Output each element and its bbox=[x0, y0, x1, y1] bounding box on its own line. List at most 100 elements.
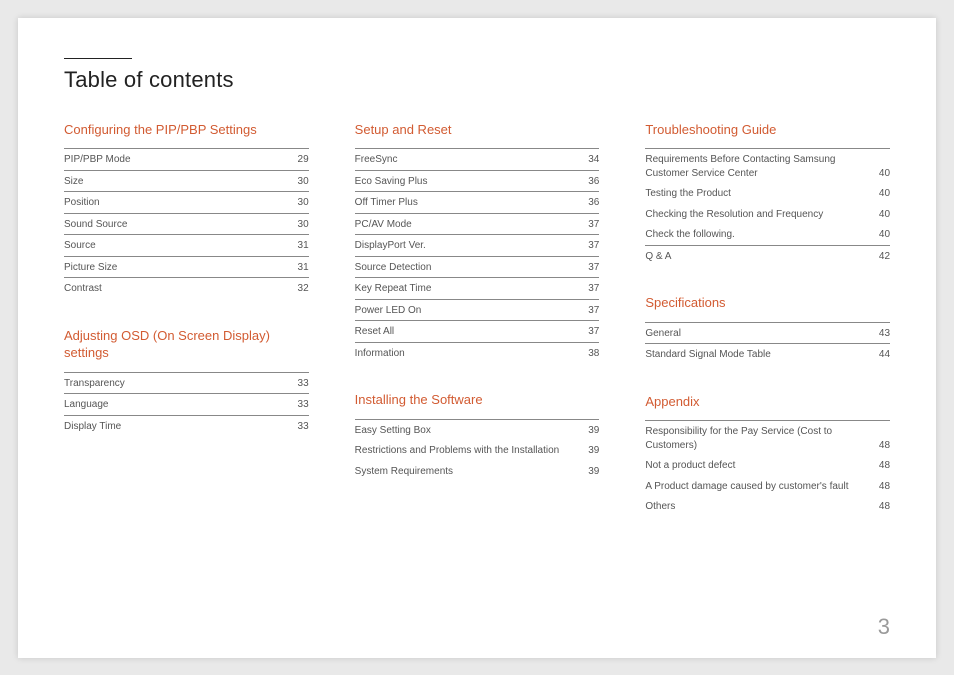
toc-entry-page: 36 bbox=[582, 175, 599, 189]
toc-entry-label: Sound Source bbox=[64, 218, 137, 232]
toc-section: Configuring the PIP/PBP Settings PIP/PBP … bbox=[64, 121, 309, 299]
toc-entry-label: Checking the Resolution and Frequency bbox=[645, 208, 833, 222]
toc-entry[interactable]: Source 31 bbox=[64, 234, 309, 256]
toc-entry-label: Information bbox=[355, 347, 415, 361]
section-heading[interactable]: Installing the Software bbox=[355, 391, 600, 409]
section-heading[interactable]: Configuring the PIP/PBP Settings bbox=[64, 121, 309, 139]
toc-entry[interactable]: Power LED On 37 bbox=[355, 299, 600, 321]
toc-entry-label: Language bbox=[64, 398, 119, 412]
toc-entry[interactable]: PC/AV Mode 37 bbox=[355, 213, 600, 235]
toc-entry[interactable]: Language33 bbox=[64, 393, 309, 415]
toc-entry-page: 48 bbox=[873, 480, 890, 494]
toc-entry-label: Picture Size bbox=[64, 261, 127, 275]
toc-entry[interactable]: Reset All 37 bbox=[355, 320, 600, 342]
toc-entry[interactable]: Others 48 bbox=[645, 496, 890, 517]
toc-entry[interactable]: Source Detection37 bbox=[355, 256, 600, 278]
toc-entry[interactable]: Responsibility for the Pay Service (Cost… bbox=[645, 420, 890, 455]
toc-entry-page: 31 bbox=[292, 261, 309, 275]
toc-entry[interactable]: Off Timer Plus 36 bbox=[355, 191, 600, 213]
toc-entry-page: 30 bbox=[292, 218, 309, 232]
toc-entry[interactable]: Not a product defect 48 bbox=[645, 455, 890, 476]
toc-entry[interactable]: Display Time33 bbox=[64, 415, 309, 437]
toc-entry-page: 33 bbox=[292, 377, 309, 391]
toc-entry-label: PC/AV Mode bbox=[355, 218, 422, 232]
toc-entry-page: 38 bbox=[582, 347, 599, 361]
toc-entry-label: General bbox=[645, 327, 691, 341]
toc-entry-page: 48 bbox=[873, 500, 890, 514]
toc-entry-label: Off Timer Plus bbox=[355, 196, 428, 210]
toc-section: Adjusting OSD (On Screen Display) settin… bbox=[64, 327, 309, 437]
toc-entry[interactable]: General43 bbox=[645, 322, 890, 344]
toc-entry[interactable]: Contrast32 bbox=[64, 277, 309, 299]
toc-entry-page: 31 bbox=[292, 239, 309, 253]
section-heading[interactable]: Troubleshooting Guide bbox=[645, 121, 890, 139]
toc-entry-label: Others bbox=[645, 500, 685, 514]
toc-entry[interactable]: Q & A42 bbox=[645, 245, 890, 267]
toc-entry-label: Not a product defect bbox=[645, 459, 745, 473]
toc-section: SpecificationsGeneral43Standard Signal M… bbox=[645, 294, 890, 365]
toc-entry[interactable]: Position30 bbox=[64, 191, 309, 213]
toc-entry-label: Key Repeat Time bbox=[355, 282, 442, 296]
toc-entry-page: 37 bbox=[582, 239, 599, 253]
toc-entry-label: Display Time bbox=[64, 420, 131, 434]
toc-entry-page: 48 bbox=[873, 459, 890, 473]
toc-entry-page: 34 bbox=[582, 153, 599, 167]
toc-entry-page: 48 bbox=[873, 439, 890, 453]
toc-entry-page: 37 bbox=[582, 304, 599, 318]
toc-entry[interactable]: Requirements Before Contacting Samsung C… bbox=[645, 148, 890, 183]
section-heading[interactable]: Appendix bbox=[645, 393, 890, 411]
toc-entry[interactable]: DisplayPort Ver.37 bbox=[355, 234, 600, 256]
toc-entry-label: Standard Signal Mode Table bbox=[645, 348, 780, 362]
toc-entry[interactable]: Restrictions and Problems with the Insta… bbox=[355, 440, 600, 461]
toc-entry-page: 37 bbox=[582, 282, 599, 296]
toc-entry[interactable]: Size30 bbox=[64, 170, 309, 192]
toc-entry-page: 40 bbox=[873, 228, 890, 242]
toc-entry-page: 39 bbox=[582, 424, 599, 438]
toc-entry[interactable]: Information 38 bbox=[355, 342, 600, 364]
toc-section: Setup and Reset FreeSync34Eco Saving Plus… bbox=[355, 121, 600, 364]
toc-entry-label: PIP/PBP Mode bbox=[64, 153, 141, 167]
toc-entry-label: Responsibility for the Pay Service (Cost… bbox=[645, 425, 873, 452]
toc-column: Configuring the PIP/PBP Settings PIP/PBP … bbox=[64, 121, 309, 517]
toc-entry-page: 37 bbox=[582, 218, 599, 232]
toc-entry-label: Easy Setting Box bbox=[355, 424, 441, 438]
toc-entry-label: System Requirements bbox=[355, 465, 463, 479]
toc-entry-page: 42 bbox=[873, 250, 890, 264]
toc-entry[interactable]: A Product damage caused by customer's fa… bbox=[645, 476, 890, 497]
toc-entry[interactable]: Transparency 33 bbox=[64, 372, 309, 394]
toc-entry[interactable]: FreeSync34 bbox=[355, 148, 600, 170]
toc-entry[interactable]: Eco Saving Plus36 bbox=[355, 170, 600, 192]
toc-entry-page: 40 bbox=[873, 167, 890, 181]
toc-entry-label: Testing the Product bbox=[645, 187, 741, 201]
page-number: 3 bbox=[878, 614, 890, 640]
toc-entry-label: Source bbox=[64, 239, 106, 253]
section-heading[interactable]: Setup and Reset bbox=[355, 121, 600, 139]
toc-section: Troubleshooting Guide Requirements Before… bbox=[645, 121, 890, 267]
toc-entry[interactable]: Sound Source 30 bbox=[64, 213, 309, 235]
toc-entry-page: 36 bbox=[582, 196, 599, 210]
toc-entry-page: 40 bbox=[873, 208, 890, 222]
toc-entry-page: 44 bbox=[873, 348, 890, 362]
toc-entry-label: A Product damage caused by customer's fa… bbox=[645, 480, 858, 494]
toc-entry-page: 40 bbox=[873, 187, 890, 201]
toc-entry[interactable]: Key Repeat Time 37 bbox=[355, 277, 600, 299]
title-rule bbox=[64, 58, 132, 59]
document-page: Table of contents Configuring the PIP/PB… bbox=[18, 18, 936, 658]
toc-column: Setup and Reset FreeSync34Eco Saving Plus… bbox=[355, 121, 600, 517]
toc-entry[interactable]: Standard Signal Mode Table 44 bbox=[645, 343, 890, 365]
section-heading[interactable]: Adjusting OSD (On Screen Display) settin… bbox=[64, 327, 309, 362]
toc-entry[interactable]: Testing the Product 40 bbox=[645, 183, 890, 204]
toc-entry[interactable]: Check the following.40 bbox=[645, 224, 890, 245]
toc-entry-label: Power LED On bbox=[355, 304, 432, 318]
toc-entry-label: Requirements Before Contacting Samsung C… bbox=[645, 153, 873, 180]
toc-entry[interactable]: System Requirements39 bbox=[355, 461, 600, 482]
section-heading[interactable]: Specifications bbox=[645, 294, 890, 312]
toc-entry[interactable]: Checking the Resolution and Frequency 40 bbox=[645, 204, 890, 225]
toc-entry[interactable]: PIP/PBP Mode29 bbox=[64, 148, 309, 170]
toc-entry[interactable]: Easy Setting Box 39 bbox=[355, 419, 600, 441]
toc-entry-label: Reset All bbox=[355, 325, 404, 339]
toc-entry-label: Transparency bbox=[64, 377, 135, 391]
toc-entry[interactable]: Picture Size 31 bbox=[64, 256, 309, 278]
toc-entry-page: 37 bbox=[582, 325, 599, 339]
toc-entry-page: 39 bbox=[582, 444, 599, 458]
